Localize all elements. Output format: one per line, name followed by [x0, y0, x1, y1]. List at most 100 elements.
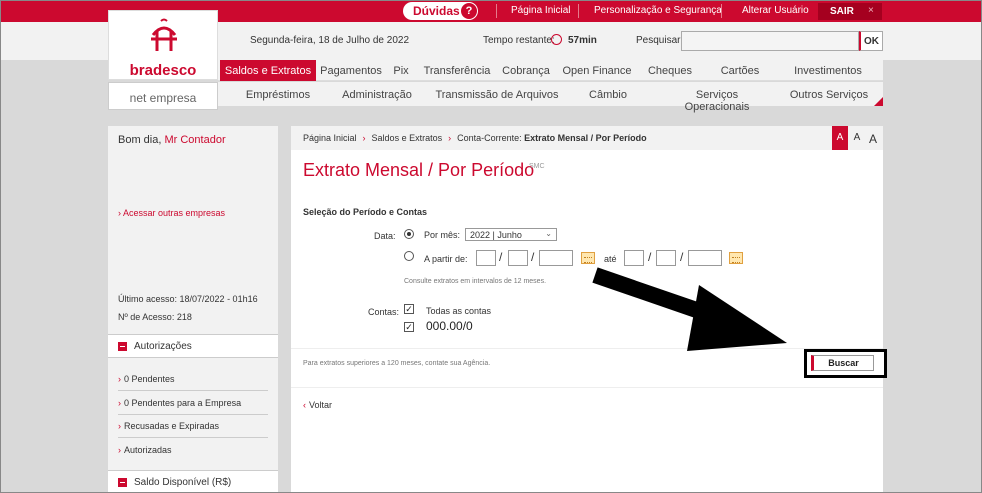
secondary-nav: Empréstimos Administração Transmissão de…	[218, 82, 883, 113]
autorizacoes-label: 0 Pendentes para a Empresa	[124, 398, 242, 408]
bradesco-tree-icon	[151, 18, 177, 51]
start-month-input[interactable]	[508, 250, 528, 266]
other-companies-label: Acessar outras empresas	[123, 208, 226, 218]
interval-hint: Consulte extratos em intervalos de 12 me…	[404, 278, 547, 285]
search-input[interactable]	[681, 31, 859, 51]
duvidas-label: Dúvidas	[413, 4, 460, 18]
data-label: Data:	[374, 231, 396, 241]
clock-icon	[551, 34, 562, 45]
divider	[721, 4, 722, 18]
conta-label: 000.00/0	[426, 319, 473, 333]
search-label: Pesquisar:	[636, 35, 684, 46]
divider	[496, 4, 497, 18]
greeting-text: Bom dia,	[118, 134, 162, 146]
tab-cartoes[interactable]: Cartões	[712, 60, 768, 81]
tab-pagamentos[interactable]: Pagamentos	[318, 60, 384, 81]
smc-badge: SMC	[529, 163, 545, 170]
footer-note: Para extratos superiores a 120 meses, co…	[303, 360, 491, 367]
tab-open-finance[interactable]: Open Finance	[560, 60, 634, 81]
date-separator: /	[680, 250, 684, 264]
tab-cobranca[interactable]: Cobrança	[498, 60, 554, 81]
date-separator: /	[499, 250, 503, 264]
sair-button[interactable]: SAIR ×	[818, 3, 882, 20]
buscar-highlight: Buscar	[804, 349, 887, 378]
autorizacoes-title: Autorizações	[134, 341, 192, 352]
tab-transmissao-arquivos[interactable]: Transmissão de Arquivos	[432, 82, 562, 106]
date-separator: /	[531, 250, 535, 264]
autorizacoes-item[interactable]: › Autorizadas	[118, 439, 268, 462]
month-select[interactable]: 2022 | Junho ⌄	[465, 228, 557, 241]
annotation-arrow-icon	[592, 267, 787, 351]
autorizacoes-item[interactable]: › 0 Pendentes para a Empresa	[118, 392, 268, 415]
net-empresa-label: net empresa	[108, 82, 218, 110]
other-companies-link[interactable]: › Acessar outras empresas	[118, 208, 225, 218]
saldo-header[interactable]: Saldo Disponível (R$)	[108, 470, 278, 492]
session-time-label: Tempo restante:	[483, 35, 555, 46]
todas-contas-label: Todas as contas	[426, 306, 492, 316]
browser-frame: Dúvidas ? Página Inicial Personalização …	[0, 0, 982, 493]
tab-saldos-extratos[interactable]: Saldos e Extratos	[220, 60, 316, 81]
tab-emprestimos[interactable]: Empréstimos	[238, 82, 318, 106]
link-personalizacao[interactable]: Personalização e Segurança	[594, 5, 722, 16]
breadcrumb-current: Extrato Mensal / Por Período	[524, 133, 647, 143]
search-ok-button[interactable]: OK	[859, 31, 883, 51]
voltar-label: Voltar	[309, 400, 333, 410]
chevron-down-icon: ⌄	[545, 229, 552, 238]
last-access: Último acesso: 18/07/2022 - 01h16	[118, 294, 258, 304]
link-pagina-inicial[interactable]: Página Inicial	[511, 5, 570, 16]
close-icon: ×	[868, 5, 874, 16]
saldo-title: Saldo Disponível (R$)	[134, 477, 232, 488]
tab-servicos-operacionais[interactable]: Serviços Operacionais	[662, 82, 772, 113]
font-size-medium-button[interactable]: A	[850, 126, 864, 150]
chevron-left-icon: ‹	[303, 400, 306, 410]
a-partir-radio[interactable]	[404, 251, 414, 261]
duvidas-button[interactable]: Dúvidas ?	[403, 2, 478, 20]
month-value: 2022 | Junho	[470, 230, 522, 240]
link-alterar-usuario[interactable]: Alterar Usuário	[742, 5, 809, 16]
tab-investimentos[interactable]: Investimentos	[788, 60, 868, 81]
main-nav: Saldos e Extratos Pagamentos Pix Transfe…	[218, 60, 883, 81]
autorizacoes-item[interactable]: › 0 Pendentes	[118, 368, 268, 391]
collapse-icon	[118, 478, 127, 487]
tab-transferencia[interactable]: Transferência	[420, 60, 494, 81]
autorizacoes-label: 0 Pendentes	[124, 374, 175, 384]
current-date: Segunda-feira, 18 de Julho de 2022	[250, 35, 410, 46]
start-year-input[interactable]	[539, 250, 573, 266]
tab-administracao[interactable]: Administração	[338, 82, 416, 106]
bradesco-logo[interactable]: bradesco	[108, 10, 218, 80]
breadcrumb-item[interactable]: Saldos e Extratos	[372, 133, 443, 143]
breadcrumb-item: Conta-Corrente:	[457, 133, 522, 143]
voltar-link[interactable]: ‹ Voltar	[303, 400, 332, 410]
tab-cambio[interactable]: Câmbio	[578, 82, 638, 106]
breadcrumb: Página Inicial › Saldos e Extratos › Conta-C…	[291, 126, 883, 150]
chevron-right-icon: ›	[118, 398, 121, 408]
tab-outros-servicos[interactable]: Outros Serviços	[788, 82, 870, 106]
por-mes-radio[interactable]	[404, 229, 414, 239]
autorizacoes-label: Autorizadas	[124, 445, 172, 455]
user-name[interactable]: Mr Contador	[164, 134, 225, 146]
buscar-button[interactable]: Buscar	[811, 355, 874, 371]
breadcrumb-item[interactable]: Página Inicial	[303, 133, 357, 143]
por-mes-label: Por mês:	[424, 230, 461, 240]
chevron-right-icon: ›	[118, 374, 121, 384]
chevron-right-icon: ›	[118, 421, 121, 431]
autorizacoes-item[interactable]: › Recusadas e Expiradas	[118, 415, 268, 438]
autorizacoes-header[interactable]: Autorizações	[108, 334, 278, 358]
date-separator: /	[648, 250, 652, 264]
font-size-large-button[interactable]: A	[866, 126, 880, 150]
greeting: Bom dia, Mr Contador	[118, 134, 226, 146]
todas-contas-checkbox[interactable]: ✓	[404, 304, 414, 314]
chevron-right-icon: ›	[448, 133, 452, 143]
tab-cheques[interactable]: Cheques	[642, 60, 698, 81]
page-title: Extrato Mensal / Por Período	[303, 160, 535, 180]
conta-checkbox[interactable]: ✓	[404, 322, 414, 332]
start-day-input[interactable]	[476, 250, 496, 266]
sidebar: Bom dia, Mr Contador › Acessar outras em…	[108, 126, 278, 492]
tab-pix[interactable]: Pix	[386, 60, 416, 81]
logo-text: bradesco	[129, 62, 197, 79]
chevron-right-icon: ›	[118, 445, 121, 455]
autorizacoes-label: Recusadas e Expiradas	[124, 421, 220, 431]
access-number: Nº de Acesso: 218	[118, 312, 192, 322]
chevron-right-icon: ›	[362, 133, 366, 143]
font-size-small-button[interactable]: A	[832, 126, 848, 150]
